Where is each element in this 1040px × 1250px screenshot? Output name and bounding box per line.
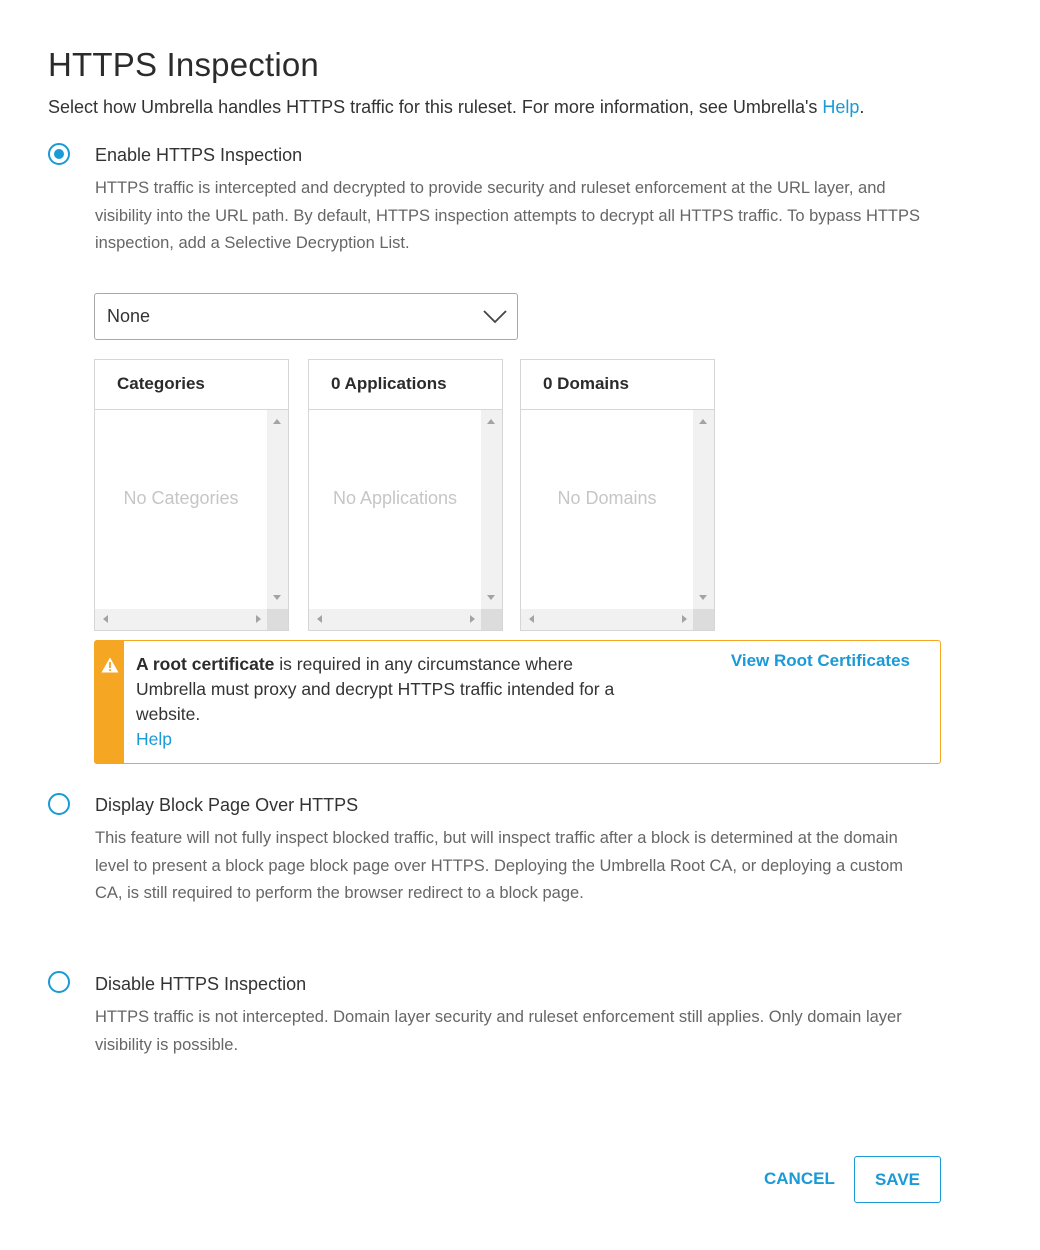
- scroll-corner: [267, 609, 288, 630]
- scroll-left-icon[interactable]: [317, 615, 322, 623]
- categories-list: Categories No Categories: [94, 359, 289, 631]
- domains-list: 0 Domains No Domains: [520, 359, 715, 631]
- block-page-description: This feature will not fully inspect bloc…: [95, 829, 904, 902]
- enable-inspection-description: HTTPS traffic is intercepted and decrypt…: [95, 179, 921, 252]
- intro-text-body: Select how Umbrella handles HTTPS traffi…: [48, 97, 823, 117]
- save-button[interactable]: SAVE: [854, 1156, 941, 1203]
- decryption-list-value: None: [107, 306, 151, 326]
- categories-horizontal-scrollbar[interactable]: [95, 609, 288, 630]
- disable-inspection-radio[interactable]: [48, 971, 70, 993]
- applications-list-header: 0 Applications: [309, 360, 502, 410]
- chevron-down-icon: [483, 310, 507, 324]
- alert-help-link[interactable]: Help: [136, 729, 172, 749]
- view-root-certificates-link[interactable]: View Root Certificates: [731, 651, 910, 671]
- scroll-right-icon[interactable]: [256, 615, 261, 623]
- intro-text: Select how Umbrella handles HTTPS traffi…: [48, 97, 864, 118]
- intro-text-suffix: .: [859, 97, 865, 117]
- scroll-right-icon[interactable]: [682, 615, 687, 623]
- domains-horizontal-scrollbar[interactable]: [521, 609, 714, 630]
- categories-vertical-scrollbar[interactable]: [267, 410, 288, 609]
- domains-empty-text: No Domains: [557, 488, 657, 508]
- domains-vertical-scrollbar[interactable]: [693, 410, 714, 609]
- scroll-right-icon[interactable]: [470, 615, 475, 623]
- scroll-left-icon[interactable]: [103, 615, 108, 623]
- scroll-up-icon[interactable]: [699, 419, 707, 424]
- decryption-list-select[interactable]: None: [94, 293, 518, 340]
- categories-empty-text: No Categories: [123, 488, 239, 508]
- alert-message: A root certificate is required in any ci…: [136, 652, 626, 752]
- applications-horizontal-scrollbar[interactable]: [309, 609, 502, 630]
- scroll-down-icon[interactable]: [699, 595, 707, 600]
- root-certificate-alert: A root certificate is required in any ci…: [94, 640, 941, 764]
- applications-vertical-scrollbar[interactable]: [481, 410, 502, 609]
- scroll-corner: [693, 609, 714, 630]
- enable-inspection-label[interactable]: Enable HTTPS Inspection: [95, 145, 302, 166]
- alert-stripe: [95, 641, 124, 763]
- scroll-up-icon[interactable]: [273, 419, 281, 424]
- page-title: HTTPS Inspection: [48, 46, 319, 83]
- scroll-down-icon[interactable]: [487, 595, 495, 600]
- cancel-button[interactable]: CANCEL: [758, 1160, 841, 1198]
- enable-inspection-radio[interactable]: [48, 143, 70, 165]
- categories-list-header: Categories: [95, 360, 288, 410]
- block-page-radio[interactable]: [48, 793, 70, 815]
- disable-inspection-description: HTTPS traffic is not intercepted. Domain…: [95, 1008, 902, 1054]
- scroll-up-icon[interactable]: [487, 419, 495, 424]
- block-page-label[interactable]: Display Block Page Over HTTPS: [95, 795, 358, 816]
- disable-inspection-label[interactable]: Disable HTTPS Inspection: [95, 974, 306, 995]
- scroll-down-icon[interactable]: [273, 595, 281, 600]
- scroll-left-icon[interactable]: [529, 615, 534, 623]
- domains-list-header: 0 Domains: [521, 360, 714, 410]
- scroll-corner: [481, 609, 502, 630]
- applications-list: 0 Applications No Applications: [308, 359, 503, 631]
- warning-icon: [101, 657, 119, 673]
- intro-help-link[interactable]: Help: [822, 97, 859, 117]
- alert-bold-text: A root certificate: [136, 654, 275, 674]
- applications-empty-text: No Applications: [332, 488, 458, 508]
